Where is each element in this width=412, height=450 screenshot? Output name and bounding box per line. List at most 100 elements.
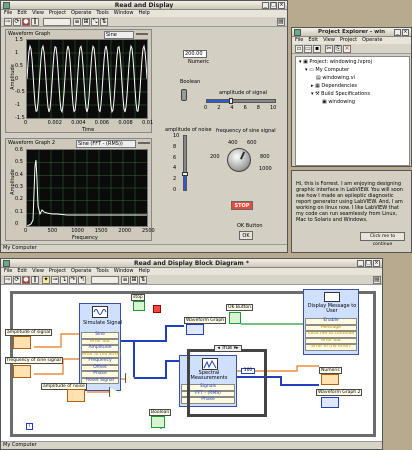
amp-signal-terminal[interactable]: [13, 336, 31, 349]
waveform-graph-terminal[interactable]: [186, 324, 204, 335]
frequency-knob[interactable]: [227, 148, 251, 172]
amp-noise-tick: 6: [173, 154, 177, 161]
boolean-toggle-switch[interactable]: [181, 89, 187, 101]
tree-item-project[interactable]: ▾ ▣ Project: windowing.lvproj: [299, 59, 372, 65]
toolbar: ⇨ ⟳ ● ‖ ≡ ⊞ ⤡ ⇅ ▤: [1, 17, 287, 27]
stop-terminal[interactable]: [133, 301, 145, 311]
dialog-continue-button[interactable]: Click me to continue: [360, 232, 405, 247]
graph2-x-tick: 500: [47, 228, 58, 234]
graph2-y-tick: 0.4: [15, 171, 23, 178]
pe-menu-project[interactable]: Project: [340, 37, 357, 44]
front-panel-window: Read and Display _ □ × File Edit View Pr…: [0, 0, 288, 253]
menu-item-file[interactable]: File: [4, 10, 12, 17]
menu-item-window[interactable]: Window: [114, 10, 134, 17]
front-panel-titlebar[interactable]: Read and Display _ □ ×: [1, 1, 287, 10]
abort-icon[interactable]: ●: [22, 18, 30, 26]
amp-signal-tick: 6: [243, 105, 247, 111]
case-structure[interactable]: ◂ True ▾▸: [187, 345, 267, 417]
minimize-icon[interactable]: _: [262, 2, 269, 9]
pe-cut-icon[interactable]: ✂: [325, 45, 333, 53]
menu-item-operate[interactable]: Operate: [71, 10, 91, 17]
pause-icon[interactable]: ‖: [31, 18, 39, 26]
graph1-legend-line-icon: [136, 33, 148, 35]
graph1-y-tick: -1: [15, 102, 20, 108]
graph1-x-tick: 0.008: [118, 120, 133, 126]
graph2-y-tick: 0.1: [15, 208, 23, 215]
simulate-signal-vi[interactable]: Simulate Signal Sine error out Amplitude er…: [79, 303, 122, 391]
constant-100[interactable]: 100: [241, 368, 255, 374]
pe-new-icon[interactable]: ▫: [295, 45, 303, 53]
amp-noise-tick: 10: [173, 133, 180, 139]
display-message-terminal-row[interactable]: error in (no error): [305, 344, 357, 351]
pe-menu-view[interactable]: View: [323, 37, 335, 44]
tree-item-build-specs[interactable]: ▾ ⚒ Build Specifications: [311, 91, 370, 97]
graph2-y-tick: 0.3: [15, 184, 23, 190]
tree-item-dependencies[interactable]: ▸ ▦ Dependencies: [311, 83, 357, 89]
dialog-message: Hi, this is Forrest. I am enjoying desig…: [296, 181, 403, 223]
graph1-y-tick: 1: [15, 50, 19, 56]
resize-icon[interactable]: ⤡: [91, 18, 99, 26]
numeric-terminal[interactable]: [321, 374, 339, 385]
tree-item-build[interactable]: ▣ windowing: [322, 99, 355, 105]
amplitude-signal-thumb[interactable]: [229, 98, 233, 104]
menu-item-edit[interactable]: Edit: [17, 10, 27, 17]
project-explorer-window: Project Explorer - win _ × File Edit Vie…: [291, 27, 412, 167]
pe-minimize-icon[interactable]: _: [394, 29, 401, 36]
amplitude-noise-slider[interactable]: [182, 135, 188, 191]
iteration-terminal-icon: i: [26, 423, 33, 430]
graph2-x-tick: 1500: [94, 228, 108, 234]
ok-button-terminal[interactable]: [229, 312, 241, 324]
waveform-graph2-terminal-label: Waveform Graph 2: [316, 389, 363, 396]
align-icon[interactable]: ≡: [73, 18, 81, 26]
graph2-legend[interactable]: Sine (FFT - (RMS)): [76, 140, 136, 148]
graph2-label: Waveform Graph 2: [8, 140, 56, 146]
graph1-legend[interactable]: Sine: [104, 31, 134, 39]
case-selector[interactable]: ◂ True ▾▸: [214, 345, 242, 352]
pe-menu-operate[interactable]: Operate: [362, 37, 382, 44]
graph1-x-tick: 0.004: [71, 120, 86, 126]
run-arrow-icon[interactable]: ⇨: [4, 18, 12, 26]
freq-terminal[interactable]: [13, 365, 31, 378]
waveform-graph2-terminal[interactable]: [321, 397, 339, 408]
pe-menu-file[interactable]: File: [295, 37, 303, 44]
ok-button[interactable]: OK: [239, 231, 253, 240]
amplitude-noise-thumb[interactable]: [182, 172, 188, 176]
display-message-vi[interactable]: Display Message to User Enable Message Cli…: [303, 289, 359, 355]
menu-item-view[interactable]: View: [32, 10, 44, 17]
tree-item-dependencies-label: Dependencies: [321, 83, 358, 89]
tree-item-vi[interactable]: ▤ windowing.vi: [316, 75, 355, 81]
knob-tick-800: 800: [260, 154, 270, 160]
reorder-icon[interactable]: ⇅: [100, 18, 108, 26]
tree-item-my-computer-label: My Computer: [315, 67, 350, 73]
pe-close-icon[interactable]: ×: [402, 29, 409, 36]
graph1-y-tick: 0.5: [15, 63, 23, 69]
knob-tick-600: 600: [247, 140, 257, 146]
menu-item-tools[interactable]: Tools: [96, 10, 108, 17]
graph1-y-tick: 1.5: [15, 37, 23, 43]
menu-item-help[interactable]: Help: [138, 10, 149, 17]
graph1-x-tick: 0.002: [47, 120, 62, 126]
knob-tick-200: 200: [210, 154, 220, 160]
close-icon[interactable]: ×: [278, 2, 285, 9]
pe-delete-icon[interactable]: ✕: [343, 45, 351, 53]
pe-save-icon[interactable]: ▪: [313, 45, 321, 53]
project-explorer-titlebar[interactable]: Project Explorer - win _ ×: [292, 28, 411, 37]
amp-noise-terminal[interactable]: [67, 389, 85, 402]
boolean-terminal[interactable]: [151, 416, 165, 428]
stop-button[interactable]: STOP: [231, 201, 253, 210]
numeric-field[interactable]: 200.00: [183, 50, 207, 58]
stop-condition-icon[interactable]: [153, 305, 161, 313]
tree-item-my-computer[interactable]: ▾ ▭ My Computer: [305, 67, 349, 73]
distribute-icon[interactable]: ⊞: [82, 18, 90, 26]
bd-status-bar: My Computer: [1, 441, 382, 449]
menu-item-project[interactable]: Project: [49, 10, 66, 17]
waveform-graph-2: Waveform Graph 2 Sine (FFT - (RMS)) Ampl…: [5, 138, 155, 241]
pe-open-icon[interactable]: ▭: [304, 45, 312, 53]
run-continuously-icon[interactable]: ⟳: [13, 18, 21, 26]
pe-menu-edit[interactable]: Edit: [308, 37, 318, 44]
font-dropdown[interactable]: [43, 18, 71, 26]
amplitude-signal-slider[interactable]: [206, 98, 276, 104]
graph2-y-tick: 0.2: [15, 196, 23, 203]
pe-copy-icon[interactable]: ⎘: [334, 45, 342, 53]
maximize-icon[interactable]: □: [270, 2, 277, 9]
